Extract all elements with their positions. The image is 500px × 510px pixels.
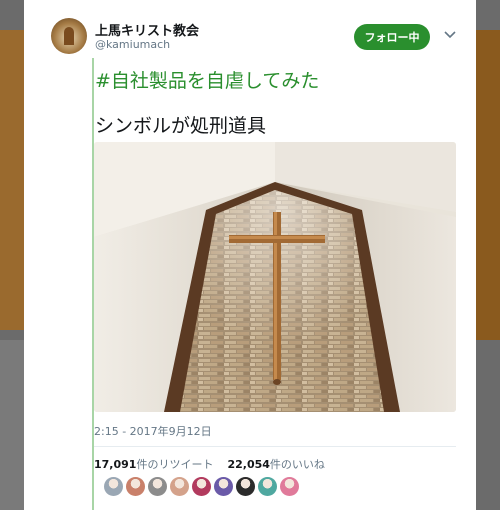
following-button[interactable]: フォロー中 [354,24,430,50]
avatar[interactable] [51,18,87,54]
avatar-pink[interactable] [280,477,299,496]
avatar-red[interactable] [192,477,211,496]
user-handle[interactable]: @kamiumach [95,38,170,51]
avatar-face[interactable] [170,477,189,496]
avatar-cross[interactable] [148,477,167,496]
hashtag-link[interactable]: #自社製品を自虐してみた [95,66,319,93]
tweet-photo[interactable] [94,142,456,412]
like-count: 22,054 [227,458,270,471]
retweet-label: 件のリツイート [136,458,214,471]
background-image-right [476,30,500,340]
tweet-stats: 17,091件のリツイート 22,054件のいいね [94,456,325,472]
retweet-count: 17,091 [94,458,137,471]
tweet-modal: 上馬キリスト教会 @kamiumach フォロー中 #自社製品を自虐してみた シ… [24,0,476,510]
background-panel-left [0,340,24,510]
tweet-text: シンボルが処刑道具 [95,115,267,137]
tweet-timestamp[interactable]: 2:15 - 2017年9月12日 [94,423,212,439]
avatar-teal[interactable] [258,477,277,496]
like-label: 件のいいね [269,458,325,471]
divider [94,446,456,447]
chevron-down-icon[interactable] [444,28,456,42]
retweet-stat[interactable]: 17,091件のリツイート [94,458,213,471]
display-name[interactable]: 上馬キリスト教会 [95,20,199,39]
avatar-dark[interactable] [236,477,255,496]
avatar-purple[interactable] [214,477,233,496]
avatar-anime[interactable] [126,477,145,496]
background-image-left [0,30,24,330]
liker-avatars [104,477,299,496]
avatar-default[interactable] [104,477,123,496]
like-stat[interactable]: 22,054件のいいね [227,458,324,471]
